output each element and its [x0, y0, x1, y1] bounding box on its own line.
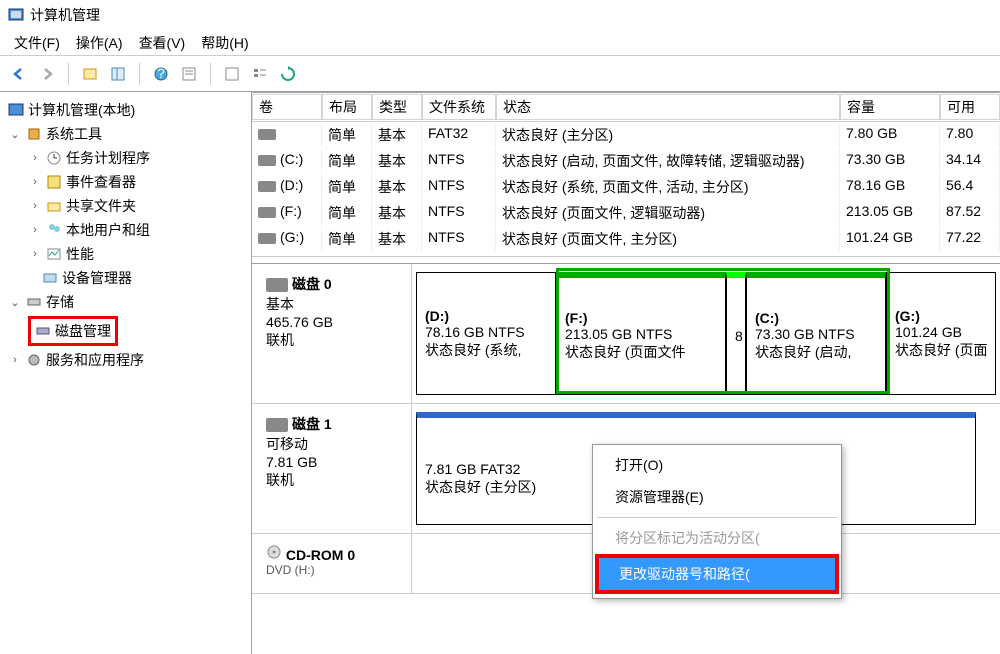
scroll-hint[interactable]: <	[252, 256, 1000, 263]
tree-diskmgmt[interactable]: 磁盘管理	[24, 314, 247, 348]
menu-help[interactable]: 帮助(H)	[195, 31, 254, 55]
partition-g[interactable]: (G:) 101.24 GB 状态良好 (页面	[886, 272, 996, 395]
tree-scheduler[interactable]: › 任务计划程序	[4, 146, 247, 170]
partition-d[interactable]: (D:) 78.16 GB NTFS 状态良好 (系统,	[416, 272, 556, 395]
col-type[interactable]: 类型	[372, 94, 422, 120]
help-button[interactable]: ?	[150, 63, 172, 85]
disk1-label[interactable]: 磁盘 1 可移动 7.81 GB 联机	[252, 404, 412, 533]
menu-file[interactable]: 文件(F)	[8, 31, 66, 55]
props-button[interactable]	[178, 63, 200, 85]
disk0-bars: (D:) 78.16 GB NTFS 状态良好 (系统, (F:) 213.05…	[412, 264, 1000, 403]
context-menu: 打开(O) 资源管理器(E) 将分区标记为活动分区( 更改驱动器号和路径(	[592, 444, 842, 599]
menu-bar: 文件(F) 操作(A) 查看(V) 帮助(H)	[0, 30, 1000, 56]
list-button[interactable]	[249, 63, 271, 85]
back-button[interactable]	[8, 63, 30, 85]
col-capacity[interactable]: 容量	[840, 94, 940, 120]
refresh-button[interactable]	[277, 63, 299, 85]
volume-header: 卷 布局 类型 文件系统 状态 容量 可用	[252, 93, 1000, 122]
content-panel: 卷 布局 类型 文件系统 状态 容量 可用 简单基本FAT32状态良好 (主分区…	[252, 92, 1000, 654]
volume-row[interactable]: (D:)简单基本NTFS状态良好 (系统, 页面文件, 活动, 主分区)78.1…	[252, 174, 1000, 200]
tree-performance[interactable]: › 性能	[4, 242, 247, 266]
tree-panel: 计算机管理(本地) ⌄ 系统工具 › 任务计划程序 › 事件查看器 › 共享文件…	[0, 92, 252, 654]
col-fs[interactable]: 文件系统	[422, 94, 496, 120]
col-status[interactable]: 状态	[496, 94, 840, 120]
tree-devmgr[interactable]: 设备管理器	[4, 266, 247, 290]
partition-c[interactable]: (C:) 73.30 GB NTFS 状态良好 (启动,	[746, 272, 886, 395]
caret-icon[interactable]: ⌄	[8, 296, 22, 309]
app-icon	[8, 7, 24, 23]
svg-text:?: ?	[157, 66, 165, 81]
volume-row[interactable]: (F:)简单基本NTFS状态良好 (页面文件, 逻辑驱动器)213.05 GB8…	[252, 200, 1000, 226]
tree-eventviewer[interactable]: › 事件查看器	[4, 170, 247, 194]
tree-services[interactable]: › 服务和应用程序	[4, 348, 247, 372]
caret-icon[interactable]: ⌄	[8, 128, 22, 141]
disk0-row: 磁盘 0 基本 465.76 GB 联机 (D:) 78.16 GB NTFS …	[252, 264, 1000, 404]
volume-row[interactable]: (C:)简单基本NTFS状态良好 (启动, 页面文件, 故障转储, 逻辑驱动器)…	[252, 148, 1000, 174]
main-content: 计算机管理(本地) ⌄ 系统工具 › 任务计划程序 › 事件查看器 › 共享文件…	[0, 92, 1000, 654]
caret-icon[interactable]: ›	[28, 200, 42, 212]
cm-open[interactable]: 打开(O)	[595, 449, 839, 481]
title-bar: 计算机管理	[0, 0, 1000, 30]
tree-users[interactable]: › 本地用户和组	[4, 218, 247, 242]
cm-change-letter[interactable]: 更改驱动器号和路径(	[599, 558, 835, 590]
volume-list: 卷 布局 类型 文件系统 状态 容量 可用 简单基本FAT32状态良好 (主分区…	[252, 93, 1000, 263]
forward-button[interactable]	[36, 63, 58, 85]
caret-icon[interactable]: ›	[28, 176, 42, 188]
cm-explorer[interactable]: 资源管理器(E)	[595, 481, 839, 513]
cdrom-icon	[266, 544, 282, 560]
highlight-diskmgmt: 磁盘管理	[28, 316, 118, 346]
toolbar: ?	[0, 56, 1000, 92]
disk-panel: 磁盘 0 基本 465.76 GB 联机 (D:) 78.16 GB NTFS …	[252, 263, 1000, 654]
partition-f[interactable]: (F:) 213.05 GB NTFS 状态良好 (页面文件	[556, 272, 726, 395]
up-button[interactable]	[79, 63, 101, 85]
caret-icon[interactable]: ›	[28, 152, 42, 164]
volume-row[interactable]: 简单基本FAT32状态良好 (主分区)7.80 GB7.80	[252, 122, 1000, 148]
disk-icon	[266, 278, 288, 292]
caret-icon[interactable]: ›	[28, 248, 42, 260]
col-layout[interactable]: 布局	[322, 94, 372, 120]
partition-small[interactable]: 8	[726, 272, 746, 395]
col-volume[interactable]: 卷	[252, 94, 322, 120]
cm-active: 将分区标记为活动分区(	[595, 522, 839, 554]
view-button[interactable]	[221, 63, 243, 85]
tree-sharedfolders[interactable]: › 共享文件夹	[4, 194, 247, 218]
volume-row[interactable]: (G:)简单基本NTFS状态良好 (页面文件, 主分区)101.24 GB77.…	[252, 226, 1000, 252]
caret-icon[interactable]: ›	[8, 354, 22, 366]
caret-icon[interactable]: ›	[28, 224, 42, 236]
menu-action[interactable]: 操作(A)	[70, 31, 129, 55]
tree-root[interactable]: 计算机管理(本地)	[4, 98, 247, 122]
col-use[interactable]: 可用	[940, 94, 1000, 120]
tree-storage[interactable]: ⌄ 存储	[4, 290, 247, 314]
highlight-change-letter: 更改驱动器号和路径(	[595, 554, 839, 594]
tree-systools[interactable]: ⌄ 系统工具	[4, 122, 247, 146]
disk-icon	[266, 418, 288, 432]
disk0-label[interactable]: 磁盘 0 基本 465.76 GB 联机	[252, 264, 412, 403]
cdrom-label[interactable]: CD-ROM 0 DVD (H:)	[252, 534, 412, 593]
window-title: 计算机管理	[30, 5, 100, 25]
panel-button[interactable]	[107, 63, 129, 85]
menu-view[interactable]: 查看(V)	[133, 31, 192, 55]
